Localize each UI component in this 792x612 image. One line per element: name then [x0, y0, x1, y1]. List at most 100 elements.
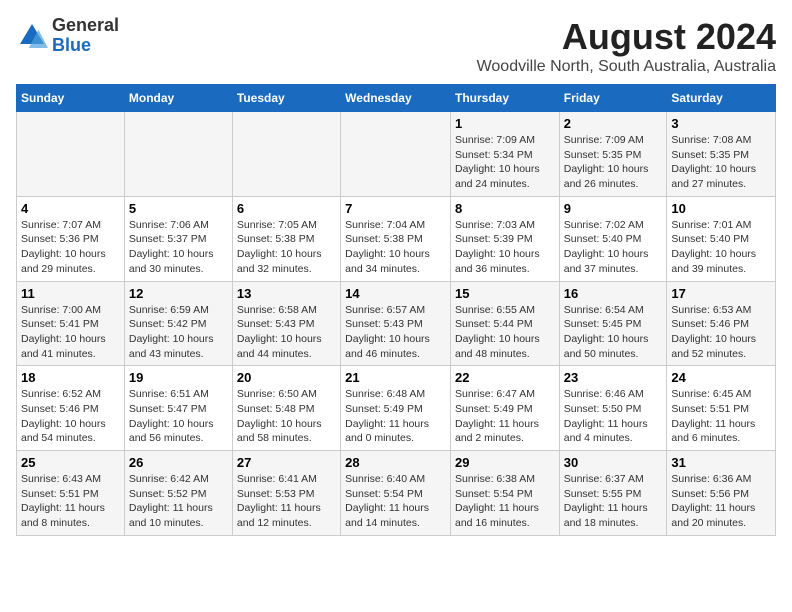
- calendar-cell: 18 Sunrise: 6:52 AM Sunset: 5:46 PM Dayli…: [17, 366, 125, 451]
- day-number: 10: [671, 201, 771, 216]
- logo-blue: Blue: [52, 36, 119, 56]
- day-number: 12: [129, 286, 228, 301]
- day-number: 30: [564, 455, 663, 470]
- day-number: 13: [237, 286, 336, 301]
- logo-icon: [16, 20, 48, 52]
- calendar-week-row: 4Sunrise: 7:07 AM Sunset: 5:36 PM Daylig…: [17, 196, 776, 281]
- day-number: 20: [237, 370, 336, 385]
- calendar-week-row: 11Sunrise: 7:00 AM Sunset: 5:41 PM Dayli…: [17, 281, 776, 366]
- day-info: Sunrise: 6:42 AM Sunset: 5:52 PM Dayligh…: [129, 472, 228, 531]
- day-number: 18: [21, 370, 120, 385]
- calendar-cell: 8 Sunrise: 7:03 AM Sunset: 5:39 PM Daylig…: [450, 196, 559, 281]
- main-title: August 2024: [477, 16, 776, 58]
- day-number: 24: [671, 370, 771, 385]
- day-info: Sunrise: 6:38 AM Sunset: 5:54 PM Dayligh…: [455, 472, 555, 531]
- day-number: 25: [21, 455, 120, 470]
- calendar-cell: 9 Sunrise: 7:02 AM Sunset: 5:40 PM Daylig…: [559, 196, 667, 281]
- calendar-cell: 3 Sunrise: 7:08 AM Sunset: 5:35 PM Daylig…: [667, 112, 776, 197]
- day-number: 21: [345, 370, 446, 385]
- logo-general: General: [52, 16, 119, 36]
- day-info: Sunrise: 7:03 AM Sunset: 5:39 PM Dayligh…: [455, 218, 555, 277]
- calendar-cell: 6 Sunrise: 7:05 AM Sunset: 5:38 PM Daylig…: [232, 196, 340, 281]
- day-number: 19: [129, 370, 228, 385]
- calendar-cell: 16 Sunrise: 6:54 AM Sunset: 5:45 PM Dayli…: [559, 281, 667, 366]
- day-number: 15: [455, 286, 555, 301]
- calendar-cell: 23 Sunrise: 6:46 AM Sunset: 5:50 PM Dayli…: [559, 366, 667, 451]
- calendar-cell: 27Sunrise: 6:41 AM Sunset: 5:53 PM Dayli…: [232, 451, 340, 536]
- subtitle: Woodville North, South Australia, Austra…: [477, 58, 776, 76]
- day-number: 22: [455, 370, 555, 385]
- calendar-cell: 22 Sunrise: 6:47 AM Sunset: 5:49 PM Dayli…: [450, 366, 559, 451]
- day-number: 28: [345, 455, 446, 470]
- day-info: Sunrise: 6:53 AM Sunset: 5:46 PM Dayligh…: [671, 303, 771, 362]
- day-info: Sunrise: 6:48 AM Sunset: 5:49 PM Dayligh…: [345, 387, 446, 446]
- day-info: Sunrise: 6:54 AM Sunset: 5:45 PM Dayligh…: [564, 303, 663, 362]
- calendar-cell: 26 Sunrise: 6:42 AM Sunset: 5:52 PM Dayli…: [124, 451, 232, 536]
- day-number: 23: [564, 370, 663, 385]
- day-info: Sunrise: 6:51 AM Sunset: 5:47 PM Dayligh…: [129, 387, 228, 446]
- calendar-cell: 29Sunrise: 6:38 AM Sunset: 5:54 PM Dayli…: [450, 451, 559, 536]
- day-info: Sunrise: 6:55 AM Sunset: 5:44 PM Dayligh…: [455, 303, 555, 362]
- day-number: 7: [345, 201, 446, 216]
- day-info: Sunrise: 6:47 AM Sunset: 5:49 PM Dayligh…: [455, 387, 555, 446]
- day-info: Sunrise: 6:45 AM Sunset: 5:51 PM Dayligh…: [671, 387, 771, 446]
- day-info: Sunrise: 7:09 AM Sunset: 5:35 PM Dayligh…: [564, 133, 663, 192]
- day-info: Sunrise: 7:05 AM Sunset: 5:38 PM Dayligh…: [237, 218, 336, 277]
- calendar-cell: 2 Sunrise: 7:09 AM Sunset: 5:35 PM Daylig…: [559, 112, 667, 197]
- day-number: 11: [21, 286, 120, 301]
- day-number: 1: [455, 116, 555, 131]
- day-info: Sunrise: 6:40 AM Sunset: 5:54 PM Dayligh…: [345, 472, 446, 531]
- calendar-cell: 5 Sunrise: 7:06 AM Sunset: 5:37 PM Daylig…: [124, 196, 232, 281]
- calendar-cell: 7Sunrise: 7:04 AM Sunset: 5:38 PM Daylig…: [341, 196, 451, 281]
- calendar-cell: 24 Sunrise: 6:45 AM Sunset: 5:51 PM Dayli…: [667, 366, 776, 451]
- day-number: 9: [564, 201, 663, 216]
- day-info: Sunrise: 6:52 AM Sunset: 5:46 PM Dayligh…: [21, 387, 120, 446]
- calendar-cell: [17, 112, 125, 197]
- calendar-table: SundayMondayTuesdayWednesdayThursdayFrid…: [16, 84, 776, 536]
- calendar-cell: 1 Sunrise: 7:09 AM Sunset: 5:34 PM Daylig…: [450, 112, 559, 197]
- day-info: Sunrise: 6:41 AM Sunset: 5:53 PM Dayligh…: [237, 472, 336, 531]
- calendar-cell: 10 Sunrise: 7:01 AM Sunset: 5:40 PM Dayli…: [667, 196, 776, 281]
- day-of-week-header: Thursday: [450, 85, 559, 112]
- day-number: 16: [564, 286, 663, 301]
- day-info: Sunrise: 6:50 AM Sunset: 5:48 PM Dayligh…: [237, 387, 336, 446]
- day-number: 3: [671, 116, 771, 131]
- day-info: Sunrise: 7:06 AM Sunset: 5:37 PM Dayligh…: [129, 218, 228, 277]
- day-info: Sunrise: 7:02 AM Sunset: 5:40 PM Dayligh…: [564, 218, 663, 277]
- calendar-cell: [124, 112, 232, 197]
- day-of-week-header: Wednesday: [341, 85, 451, 112]
- calendar-cell: 25Sunrise: 6:43 AM Sunset: 5:51 PM Dayli…: [17, 451, 125, 536]
- day-of-week-header: Friday: [559, 85, 667, 112]
- day-number: 2: [564, 116, 663, 131]
- day-number: 26: [129, 455, 228, 470]
- title-area: August 2024 Woodville North, South Austr…: [477, 16, 776, 76]
- calendar-cell: 31Sunrise: 6:36 AM Sunset: 5:56 PM Dayli…: [667, 451, 776, 536]
- day-info: Sunrise: 7:09 AM Sunset: 5:34 PM Dayligh…: [455, 133, 555, 192]
- calendar-cell: 30 Sunrise: 6:37 AM Sunset: 5:55 PM Dayli…: [559, 451, 667, 536]
- day-info: Sunrise: 6:46 AM Sunset: 5:50 PM Dayligh…: [564, 387, 663, 446]
- logo-text: General Blue: [52, 16, 119, 56]
- calendar-cell: 21 Sunrise: 6:48 AM Sunset: 5:49 PM Dayli…: [341, 366, 451, 451]
- day-info: Sunrise: 6:59 AM Sunset: 5:42 PM Dayligh…: [129, 303, 228, 362]
- day-info: Sunrise: 7:01 AM Sunset: 5:40 PM Dayligh…: [671, 218, 771, 277]
- calendar-cell: 4Sunrise: 7:07 AM Sunset: 5:36 PM Daylig…: [17, 196, 125, 281]
- day-info: Sunrise: 6:37 AM Sunset: 5:55 PM Dayligh…: [564, 472, 663, 531]
- day-number: 6: [237, 201, 336, 216]
- day-of-week-header: Saturday: [667, 85, 776, 112]
- calendar-cell: 11Sunrise: 7:00 AM Sunset: 5:41 PM Dayli…: [17, 281, 125, 366]
- calendar-week-row: 25Sunrise: 6:43 AM Sunset: 5:51 PM Dayli…: [17, 451, 776, 536]
- day-of-week-header: Sunday: [17, 85, 125, 112]
- day-number: 8: [455, 201, 555, 216]
- day-number: 5: [129, 201, 228, 216]
- day-info: Sunrise: 6:36 AM Sunset: 5:56 PM Dayligh…: [671, 472, 771, 531]
- calendar-cell: 12 Sunrise: 6:59 AM Sunset: 5:42 PM Dayli…: [124, 281, 232, 366]
- calendar-week-row: 18 Sunrise: 6:52 AM Sunset: 5:46 PM Dayli…: [17, 366, 776, 451]
- day-info: Sunrise: 6:57 AM Sunset: 5:43 PM Dayligh…: [345, 303, 446, 362]
- calendar-cell: 15 Sunrise: 6:55 AM Sunset: 5:44 PM Dayli…: [450, 281, 559, 366]
- day-info: Sunrise: 7:08 AM Sunset: 5:35 PM Dayligh…: [671, 133, 771, 192]
- logo: General Blue: [16, 16, 119, 56]
- day-of-week-header: Monday: [124, 85, 232, 112]
- header: General Blue August 2024 Woodville North…: [16, 16, 776, 76]
- calendar-cell: [232, 112, 340, 197]
- calendar-cell: 19 Sunrise: 6:51 AM Sunset: 5:47 PM Dayli…: [124, 366, 232, 451]
